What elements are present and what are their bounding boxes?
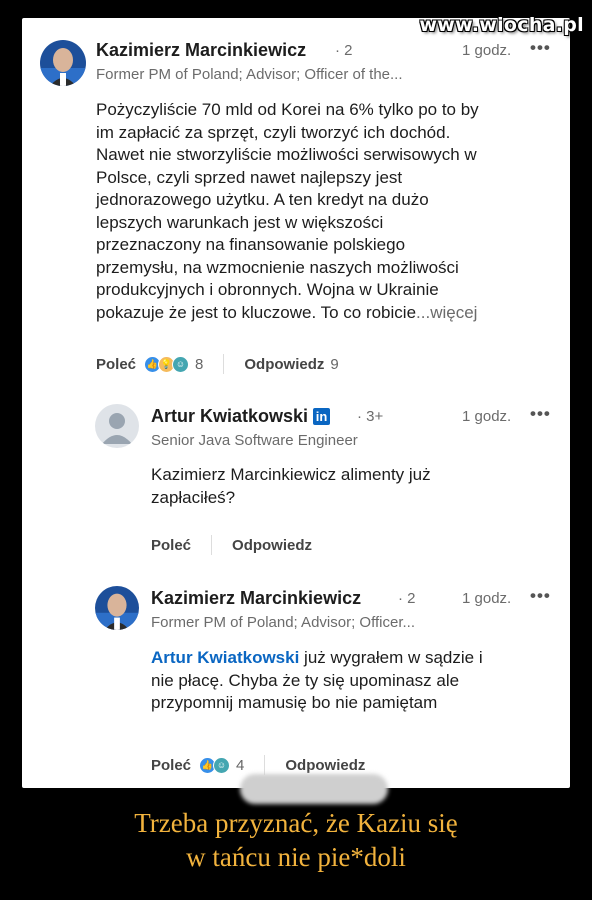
author-name-text: Artur Kwiatkowski xyxy=(151,406,309,426)
reaction-icons[interactable]: 👍 ☺ xyxy=(199,756,231,774)
more-options-icon[interactable]: ••• xyxy=(530,586,551,606)
text-line: przemysłu, na wzmocnienie naszych możliw… xyxy=(96,257,459,277)
text-line: produkcyjnych i obronnych. Wojna w Ukrai… xyxy=(96,280,439,299)
comment-top-level: Kazimierz Marcinkiewicz · 2 1 godz. ••• … xyxy=(22,18,570,398)
site-watermark: www.wiocha.pl xyxy=(419,14,584,36)
divider xyxy=(211,535,213,555)
text-line-content: pokazuje że jest to kluczowe. To co robi… xyxy=(96,302,417,322)
funny-reaction-icon: ☺ xyxy=(172,355,190,373)
more-options-icon[interactable]: ••• xyxy=(530,38,551,58)
comment-actions: Poleć 👍 💡 ☺ 8 Odpowiedz 9 xyxy=(96,354,339,374)
text-line-content: już wygrałem w sądzie i xyxy=(299,648,483,667)
connection-degree: · 3+ xyxy=(357,408,384,425)
author-headline: Former PM of Poland; Advisor; Officer of… xyxy=(96,66,403,83)
reply-count: 9 xyxy=(330,355,339,373)
comment-actions: Poleć Odpowiedz xyxy=(151,535,312,555)
avatar[interactable] xyxy=(95,586,139,630)
avatar[interactable] xyxy=(40,40,86,86)
author-headline: Senior Java Software Engineer xyxy=(151,432,358,449)
comment-actions: Poleć 👍 ☺ 4 Odpowiedz xyxy=(151,755,365,775)
reaction-count: 8 xyxy=(195,355,204,373)
reaction-icons[interactable]: 👍 💡 ☺ xyxy=(144,355,190,373)
author-name[interactable]: Kazimierz Marcinkiewicz xyxy=(96,40,306,61)
like-button[interactable]: Poleć xyxy=(96,356,136,373)
text-line: jednorazowego użytku. A ten kredyt na du… xyxy=(96,190,429,209)
reply-button[interactable]: Odpowiedz xyxy=(232,537,312,554)
comment-text: Kazimierz Marcinkiewicz alimenty już zap… xyxy=(151,464,551,509)
text-line: im zapłacić za sprzęt, czyli tworzyć ich… xyxy=(96,122,451,142)
author-name[interactable]: Kazimierz Marcinkiewicz xyxy=(151,588,361,609)
text-line: Artur Kwiatkowski już wygrałem w sądzie … xyxy=(151,647,551,670)
text-line: Polsce, czyli sprzed nawet najlepszy jes… xyxy=(96,167,403,187)
text-line: Kazimierz Marcinkiewicz alimenty już xyxy=(151,465,431,484)
text-line: Nawet nie stworzyliście możliwości serwi… xyxy=(96,145,477,164)
caption-line: Trzeba przyznać, że Kaziu się xyxy=(134,808,458,838)
text-line: Pożyczyliście 70 mld od Korei na 6% tylk… xyxy=(96,100,479,119)
text-line: lepszych warunkach jest w większości xyxy=(96,212,384,232)
caption-line: w tańcu nie pie*doli xyxy=(186,842,406,872)
comment-text: Pożyczyliście 70 mld od Korei na 6% tylk… xyxy=(96,99,556,324)
text-line: zapłaciłeś? xyxy=(151,487,236,507)
timestamp: 1 godz. xyxy=(462,42,512,59)
connection-degree: · 2 xyxy=(398,590,416,607)
linkedin-premium-icon: in xyxy=(313,408,331,425)
author-name[interactable]: Artur Kwiatkowski in xyxy=(151,406,331,427)
see-more-link[interactable]: ...więcej xyxy=(416,303,477,322)
avatar[interactable] xyxy=(95,404,139,448)
more-options-icon[interactable]: ••• xyxy=(530,404,551,424)
text-line: nie płacę. Chyba że ty się upominasz ale xyxy=(151,670,460,690)
comment-reply: Kazimierz Marcinkiewicz · 2 1 godz. ••• … xyxy=(22,580,570,780)
like-button[interactable]: Poleć xyxy=(151,537,191,554)
text-line: przypomnij mamusię bo nie pamiętam xyxy=(151,693,438,712)
reply-button[interactable]: Odpowiedz xyxy=(244,356,324,373)
comments-panel: Kazimierz Marcinkiewicz · 2 1 godz. ••• … xyxy=(22,18,570,788)
divider xyxy=(223,354,225,374)
divider xyxy=(264,755,266,775)
reply-button[interactable]: Odpowiedz xyxy=(285,757,365,774)
funny-reaction-icon: ☺ xyxy=(213,756,231,774)
text-line: przeznaczony na finansowanie polskiego xyxy=(96,235,406,254)
comment-text: Artur Kwiatkowski już wygrałem w sądzie … xyxy=(151,647,551,715)
censored-blur xyxy=(240,774,388,804)
meme-caption: Trzeba przyznać, że Kaziu się w tańcu ni… xyxy=(0,806,592,874)
reaction-count: 4 xyxy=(236,756,245,774)
timestamp: 1 godz. xyxy=(462,590,512,607)
timestamp: 1 godz. xyxy=(462,408,512,425)
connection-degree: · 2 xyxy=(335,42,353,59)
author-headline: Former PM of Poland; Advisor; Officer... xyxy=(151,614,415,631)
like-button[interactable]: Poleć xyxy=(151,757,191,774)
comment-reply: Artur Kwiatkowski in · 3+ 1 godz. ••• Sen… xyxy=(22,398,570,578)
text-line: pokazuje że jest to kluczowe. To co robi… xyxy=(96,302,556,325)
mention-link[interactable]: Artur Kwiatkowski xyxy=(151,648,299,667)
